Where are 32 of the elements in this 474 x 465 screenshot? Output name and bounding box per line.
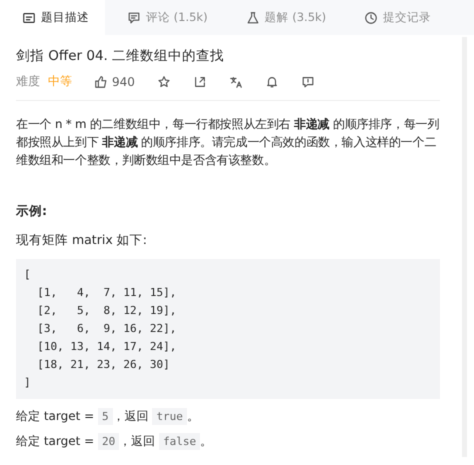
example-intro: 现有矩阵 matrix 如下: <box>16 232 148 249</box>
flask-icon[interactable] <box>246 10 260 24</box>
clock-icon[interactable] <box>364 10 378 24</box>
translate-icon[interactable] <box>228 74 243 88</box>
difficulty-value: 中等 <box>48 73 72 90</box>
problem-description: 在一个 n * m 的二维数组中，每一行都按照从左到右 非递减 的顺序排序，每一列都按照从上到下 非递减 的顺序排序。请完成一个高效的函数，输入这样的一个二维数组和一个整数，判断数组中是否含有该整数。 <box>16 116 440 169</box>
result-text: 。 <box>186 408 199 425</box>
result-text: ，返回 <box>112 408 150 425</box>
difficulty-label: 难度 <box>16 73 40 90</box>
comment-icon[interactable] <box>127 10 141 24</box>
thumbs-up-icon[interactable] <box>94 74 108 88</box>
tab[interactable]: 评论 (1.5k) <box>105 0 224 35</box>
inline-code: true <box>152 408 187 425</box>
result-text: 给定 target = <box>16 433 96 450</box>
inline-code: false <box>159 433 200 450</box>
tab[interactable]: 题解 (3.5k) <box>224 0 342 35</box>
description-icon[interactable] <box>22 10 36 24</box>
result-text: 给定 target = <box>16 408 96 425</box>
code-block: [ [1, 4, 7, 11, 15], [2, 5, 8, 12, 19], [3, 6, 9, 16, 22], [10, 13, 14, 17, 24], [18, 21, 23, 26, 30] ] <box>16 259 440 399</box>
star-icon[interactable] <box>156 74 171 88</box>
tab[interactable]: 题目描述 <box>0 0 105 35</box>
inline-code: 20 <box>98 433 120 450</box>
share-icon[interactable] <box>192 74 207 88</box>
result-text: ，返回 <box>119 433 156 450</box>
result-text: 。 <box>200 433 212 450</box>
tab[interactable]: 提交记录 <box>342 0 448 35</box>
problem-title: 剑指 Offer 04. 二维数组中的查找 <box>16 47 226 65</box>
like-count: 940 <box>112 74 135 88</box>
example-heading: 示例: <box>16 203 48 220</box>
feedback-icon[interactable] <box>300 74 315 88</box>
inline-code: 5 <box>98 408 113 425</box>
bell-icon[interactable] <box>264 74 279 88</box>
